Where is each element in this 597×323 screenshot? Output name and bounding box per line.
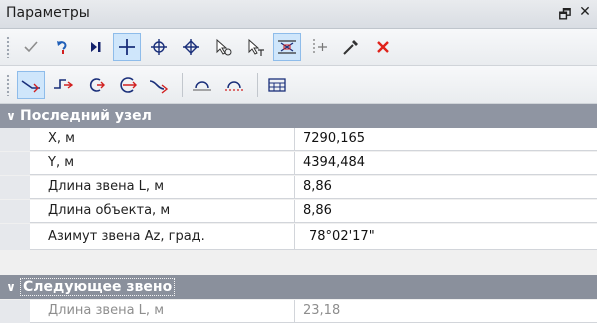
check-icon[interactable] bbox=[17, 33, 45, 61]
property-row[interactable]: Длина звена L, м 23,18 bbox=[0, 300, 597, 323]
section-header-next-link[interactable]: ∨ Следующее звено bbox=[0, 275, 597, 299]
arc-cross-icon[interactable] bbox=[113, 71, 141, 99]
property-label: Длина звена L, м bbox=[30, 176, 295, 199]
eyedropper-icon[interactable] bbox=[337, 33, 365, 61]
property-row[interactable]: Азимут звена Az, град. 78°02'17" bbox=[0, 224, 597, 250]
property-row[interactable]: X, м 7290,165 bbox=[0, 128, 597, 151]
table-icon[interactable] bbox=[263, 71, 291, 99]
curve-node-icon[interactable] bbox=[145, 71, 173, 99]
toolbar-separator bbox=[182, 72, 183, 97]
float-icon[interactable]: 🗗 bbox=[557, 4, 573, 28]
property-value[interactable]: 23,18 bbox=[295, 300, 597, 323]
property-value[interactable]: 7290,165 bbox=[295, 128, 597, 151]
step-node-icon[interactable] bbox=[49, 71, 77, 99]
property-value[interactable]: 78°02'17" bbox=[295, 224, 597, 250]
arc-arrow-icon[interactable] bbox=[81, 71, 109, 99]
line-node-icon[interactable] bbox=[17, 70, 45, 99]
property-value[interactable]: 4394,484 bbox=[295, 152, 597, 175]
parameters-panel: Параметры 🗗 ✕ ∨ Последний узел X, м 7290… bbox=[0, 0, 597, 323]
close-icon[interactable]: ✕ bbox=[577, 4, 593, 28]
property-value[interactable]: 8,86 bbox=[295, 200, 597, 223]
property-label: X, м bbox=[30, 128, 295, 151]
toolbar-edit bbox=[0, 29, 597, 66]
property-label: Длина звена L, м bbox=[30, 300, 295, 323]
snap-grid-icon[interactable] bbox=[273, 33, 301, 61]
window-controls: 🗗 ✕ bbox=[557, 4, 593, 28]
toolbar-separator bbox=[257, 72, 258, 97]
delete-icon[interactable] bbox=[369, 33, 397, 61]
property-label: Y, м bbox=[30, 152, 295, 175]
section-header-last-node[interactable]: ∨ Последний узел bbox=[0, 104, 597, 128]
undo-arrow-icon[interactable] bbox=[49, 33, 77, 61]
toolbar-grip[interactable] bbox=[6, 36, 11, 58]
chevron-down-icon[interactable]: ∨ bbox=[2, 109, 20, 123]
pointer-o-icon[interactable] bbox=[209, 33, 237, 61]
circle-dashed-icon[interactable] bbox=[220, 71, 248, 99]
property-label: Длина объекта, м bbox=[30, 200, 295, 223]
panel-title: Параметры bbox=[6, 5, 90, 21]
property-row[interactable]: Y, м 4394,484 bbox=[0, 152, 597, 175]
pointer-t-icon[interactable] bbox=[241, 33, 269, 61]
section-title: Последний узел bbox=[20, 108, 152, 124]
property-value[interactable]: 8,86 bbox=[295, 176, 597, 199]
property-row[interactable]: Длина звена L, м 8,86 bbox=[0, 176, 597, 199]
property-label: Азимут звена Az, град. bbox=[30, 224, 295, 250]
toolbar-grip[interactable] bbox=[6, 73, 11, 96]
diamond-cross-icon[interactable] bbox=[177, 33, 205, 61]
crosshair-icon[interactable] bbox=[113, 33, 141, 61]
toolbar-construct bbox=[0, 66, 597, 104]
property-row[interactable]: Длина объекта, м 8,86 bbox=[0, 200, 597, 223]
chevron-down-icon[interactable]: ∨ bbox=[2, 280, 20, 294]
step-forward-icon[interactable] bbox=[81, 33, 109, 61]
circle-base-icon[interactable] bbox=[188, 71, 216, 99]
panel-titlebar: Параметры 🗗 ✕ bbox=[0, 0, 597, 29]
split-line-icon[interactable] bbox=[305, 33, 333, 61]
section-title: Следующее звено bbox=[20, 278, 176, 296]
circle-cross-icon[interactable] bbox=[145, 33, 173, 61]
